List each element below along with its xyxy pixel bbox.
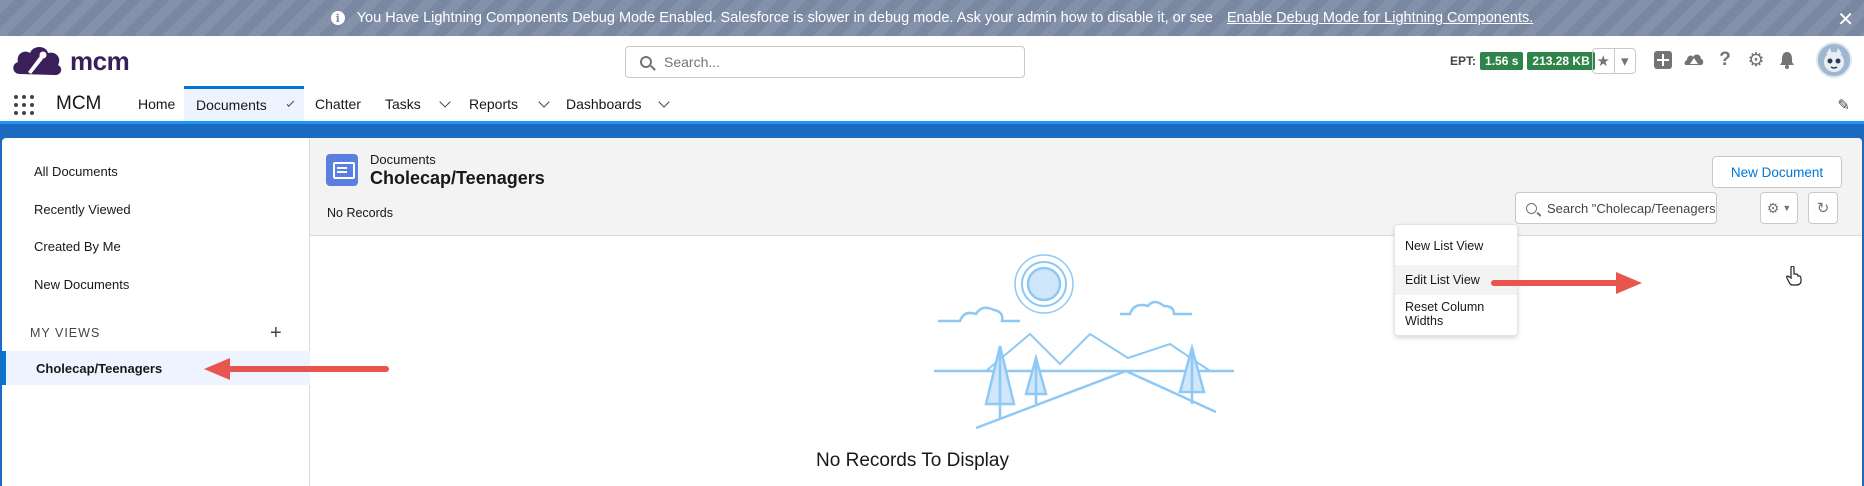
list-search-placeholder: Search "Cholecap/Teenagers"	[1547, 200, 1717, 216]
global-search-input[interactable]: Search...	[625, 46, 1025, 78]
trailhead-icon[interactable]	[1683, 49, 1705, 71]
cloud-logo-icon	[13, 47, 62, 76]
chevron-down-icon[interactable]	[286, 99, 295, 107]
chevron-down-icon[interactable]	[657, 95, 670, 108]
user-avatar[interactable]	[1816, 42, 1852, 78]
star-icon[interactable]: ★	[1593, 49, 1615, 73]
ept-size-badge: 213.28 KB	[1527, 52, 1595, 70]
my-views-heading: MY VIEWS	[30, 326, 101, 340]
info-icon: i	[330, 11, 345, 25]
ept-indicator: EPT: 1.56 s 213.28 KB	[1450, 52, 1595, 70]
empty-state-illustration	[934, 254, 1234, 430]
sidebar-item-new-documents[interactable]: New Documents	[34, 277, 129, 292]
annotation-arrow-sidebar	[204, 358, 389, 380]
setup-gear-icon[interactable]: ⚙	[1745, 49, 1767, 71]
ept-time-badge: 1.56 s	[1480, 52, 1524, 70]
list-view-controls-button[interactable]: ⚙ ▼	[1760, 192, 1798, 224]
tab-dashboards[interactable]: Dashboards	[554, 86, 680, 121]
sidebar-item-created-by-me[interactable]: Created By Me	[34, 239, 121, 254]
document-object-icon	[326, 154, 358, 186]
list-view-sidebar: All Documents Recently Viewed Created By…	[2, 138, 310, 486]
help-icon[interactable]: ?	[1714, 49, 1736, 71]
list-search-input[interactable]: Search "Cholecap/Teenagers"	[1515, 192, 1717, 224]
edit-nav-pencil-icon[interactable]: ✎	[1837, 96, 1850, 114]
notifications-bell-icon[interactable]	[1776, 49, 1798, 71]
tab-chatter[interactable]: Chatter	[303, 86, 373, 121]
tab-label: Home	[138, 95, 176, 112]
gear-icon: ⚙	[1766, 199, 1780, 216]
app-launcher-icon[interactable]	[14, 95, 34, 115]
menu-item-reset-column-widths[interactable]: Reset Column Widths	[1395, 299, 1517, 329]
refresh-icon: ↻	[1816, 200, 1830, 217]
app-navigation-bar: MCM Home Documents Chatter Tasks Reports…	[0, 86, 1864, 124]
new-document-button[interactable]: New Document	[1712, 156, 1842, 188]
global-header: mcm Search... EPT: 1.56 s 213.28 KB ★ ▾ …	[0, 36, 1864, 86]
banner-message: You Have Lightning Components Debug Mode…	[356, 10, 1213, 26]
favorites-dropdown-icon[interactable]: ▾	[1615, 49, 1636, 73]
tab-label: Tasks	[385, 95, 421, 112]
ept-label: EPT:	[1450, 54, 1477, 68]
tab-label: Chatter	[315, 95, 361, 112]
tab-label: Documents	[196, 97, 267, 113]
add-view-plus-icon[interactable]: +	[270, 322, 282, 345]
close-icon[interactable]: ✕	[1837, 7, 1854, 32]
tab-label: Reports	[469, 95, 519, 112]
caret-down-icon: ▼	[1782, 203, 1792, 213]
list-view-header: Documents Cholecap/Teenagers No Records …	[310, 138, 1862, 236]
chevron-down-icon[interactable]	[538, 95, 550, 108]
logo-text: mcm	[70, 45, 130, 76]
tab-label: Dashboards	[566, 95, 642, 112]
selected-view-label: Cholecap/Teenagers	[36, 360, 163, 376]
logo[interactable]: mcm	[10, 42, 130, 80]
object-label: Documents	[370, 152, 436, 167]
sidebar-item-all-documents[interactable]: All Documents	[34, 164, 118, 179]
search-icon	[640, 56, 652, 68]
global-search-placeholder: Search...	[664, 54, 721, 70]
empty-state-message: No Records To Display	[816, 450, 1009, 471]
tab-tasks[interactable]: Tasks	[373, 86, 461, 121]
enable-debug-mode-link[interactable]: Enable Debug Mode for Lightning Componen…	[1227, 10, 1533, 26]
menu-item-new-list-view[interactable]: New List View	[1395, 231, 1517, 261]
annotation-arrow-menu	[1491, 272, 1642, 294]
debug-mode-banner: i You Have Lightning Components Debug Mo…	[0, 0, 1864, 36]
search-icon	[1526, 202, 1537, 214]
tab-home[interactable]: Home	[126, 86, 187, 121]
hand-cursor-icon	[1786, 266, 1802, 286]
favorites-button-group[interactable]: ★ ▾	[1592, 48, 1636, 74]
tab-documents[interactable]: Documents	[184, 86, 304, 121]
chevron-down-icon[interactable]	[439, 95, 451, 108]
global-actions-icon[interactable]	[1652, 49, 1674, 71]
refresh-button[interactable]: ↻	[1808, 192, 1838, 224]
list-view-title[interactable]: Cholecap/Teenagers	[370, 168, 545, 189]
tab-reports[interactable]: Reports	[457, 86, 560, 121]
sidebar-item-recently-viewed[interactable]: Recently Viewed	[34, 202, 131, 217]
record-count: No Records	[327, 206, 393, 220]
app-name: MCM	[56, 93, 102, 114]
